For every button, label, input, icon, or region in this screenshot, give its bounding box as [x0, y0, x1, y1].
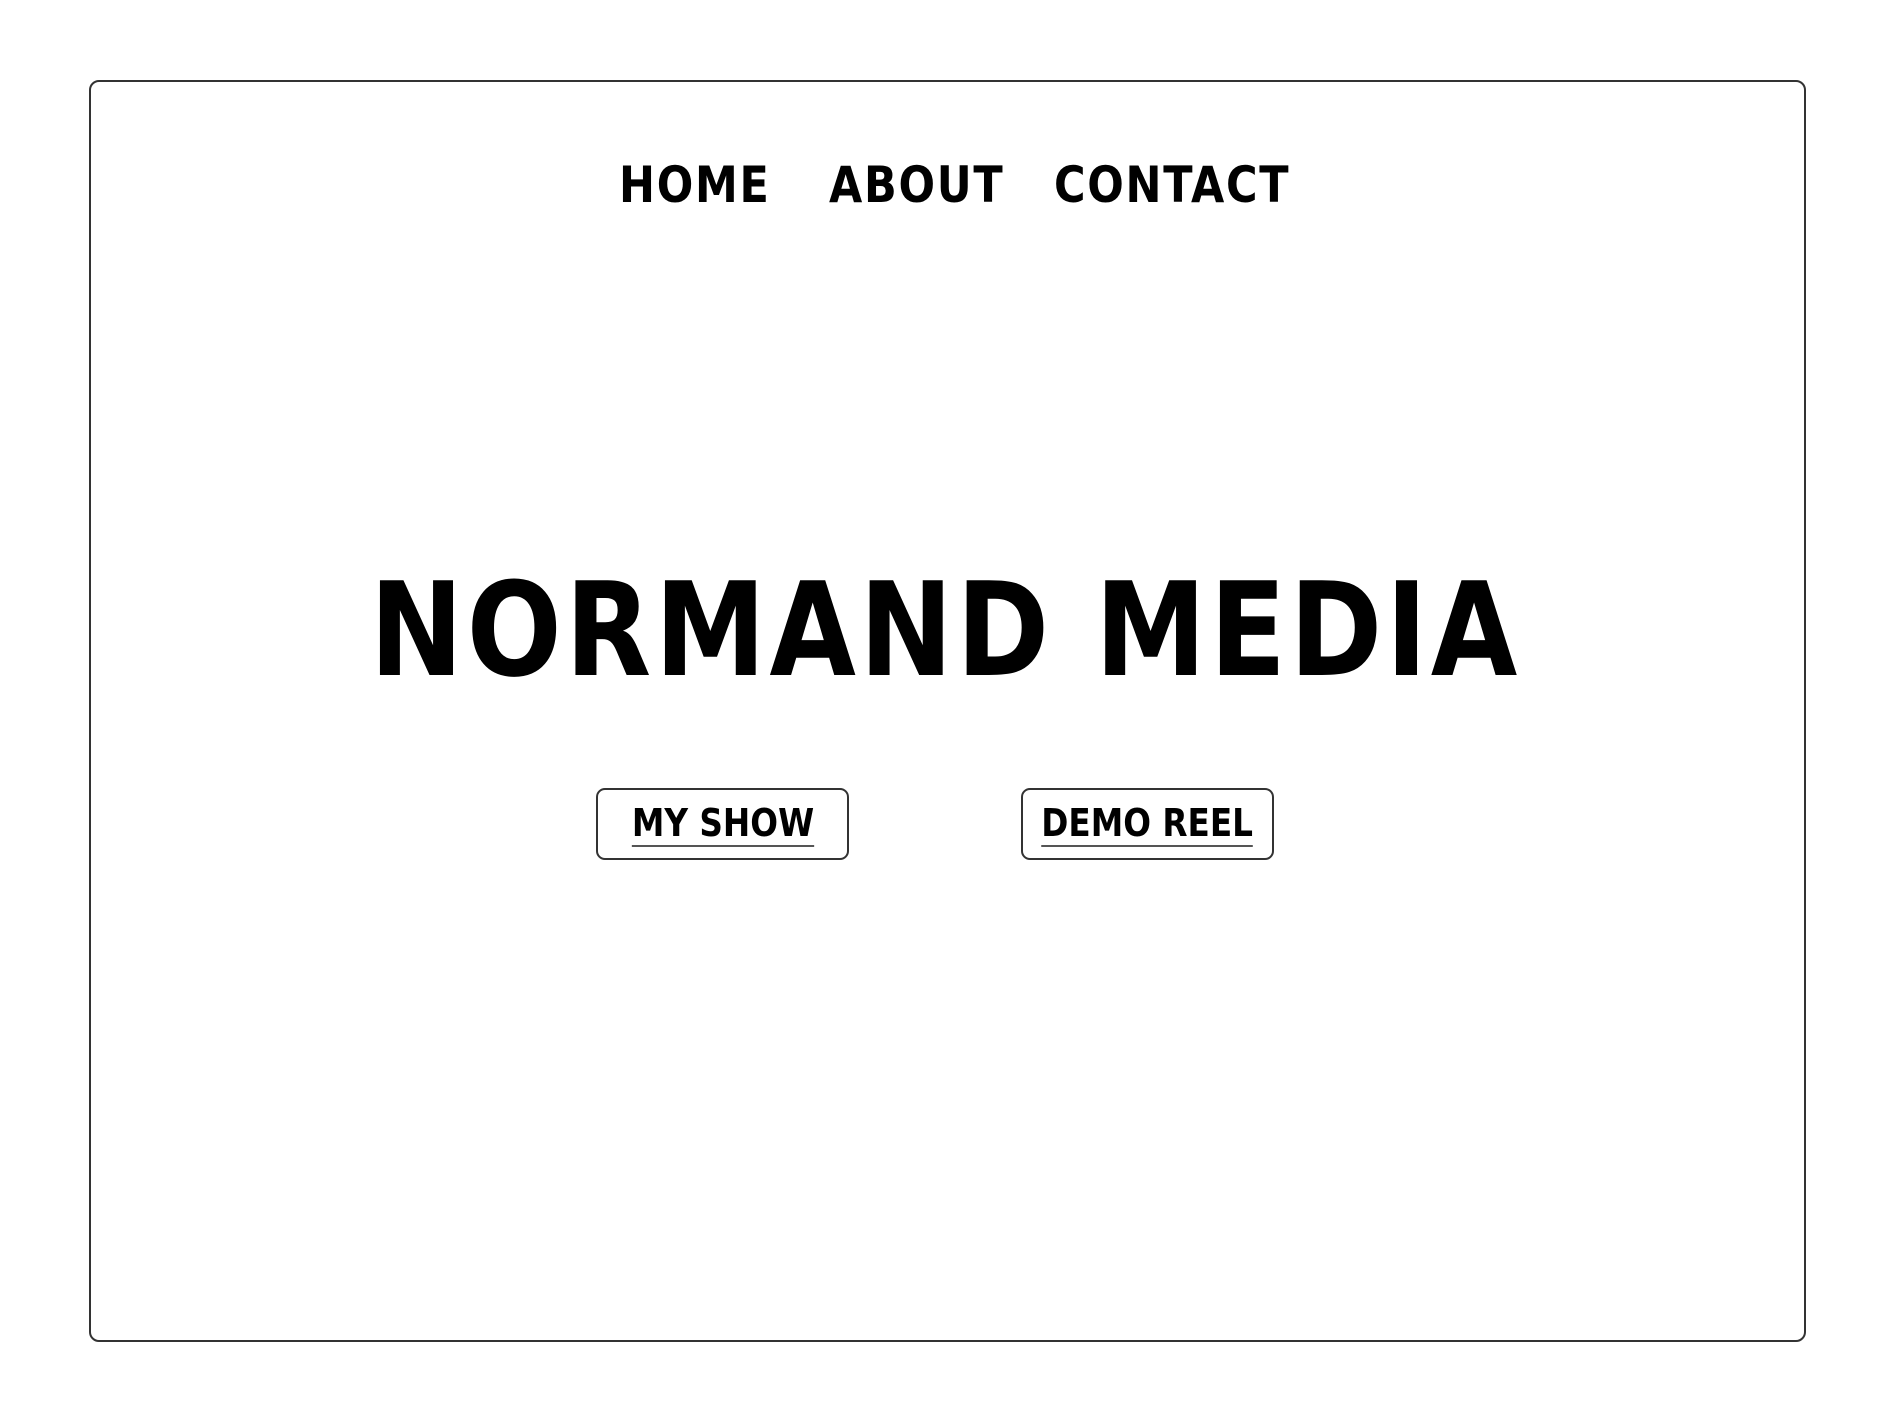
nav-contact-link[interactable]: CONTACT: [1054, 150, 1290, 220]
demo-reel-label: DEMO REEL: [1041, 801, 1254, 847]
page-frame: [89, 80, 1806, 1342]
nav-home-link[interactable]: HOME: [619, 150, 771, 220]
my-show-button[interactable]: MY SHOW: [596, 788, 849, 860]
my-show-label: MY SHOW: [631, 801, 814, 847]
main-nav: HOME ABOUT CONTACT: [0, 150, 1890, 220]
site-title-text: NORMAND MEDIA: [369, 554, 1521, 706]
demo-reel-button[interactable]: DEMO REEL: [1021, 788, 1274, 860]
nav-about-link[interactable]: ABOUT: [829, 150, 1004, 220]
site-title: NORMAND MEDIA: [0, 555, 1890, 705]
